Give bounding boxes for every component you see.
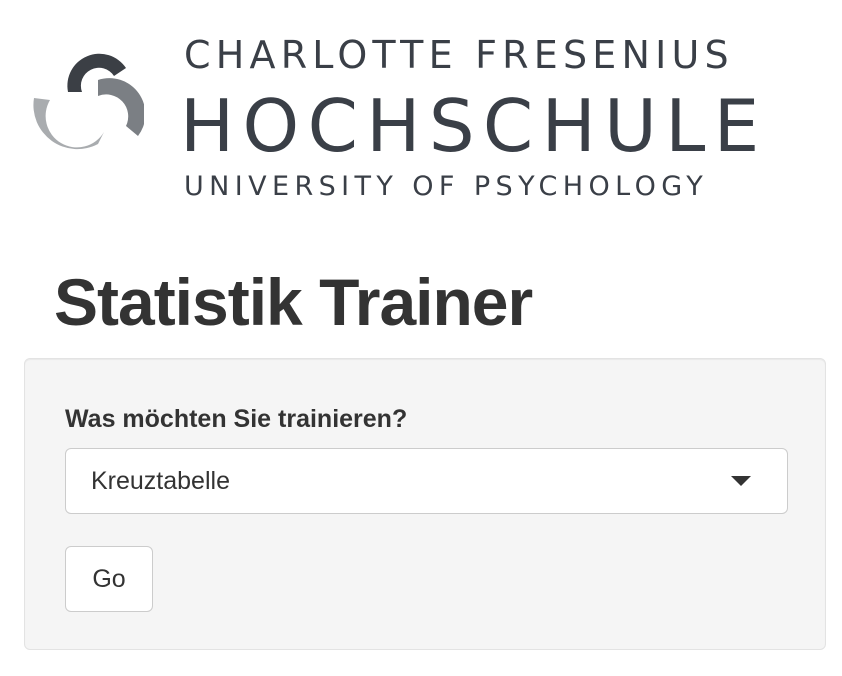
logo-arc-medium <box>98 78 144 136</box>
go-button[interactable]: Go <box>65 546 153 612</box>
training-select[interactable]: Kreuztabelle <box>65 448 788 514</box>
caret-down-icon <box>731 476 751 486</box>
logo-line-charlotte-fresenius: CHARLOTTE FRESENIUS <box>184 33 734 77</box>
training-select-value: Kreuztabelle <box>91 467 230 495</box>
logo-line-university: UNIVERSITY OF PSYCHOLOGY <box>184 171 709 202</box>
form-panel: Was möchten Sie trainieren? Kreuztabelle… <box>24 358 826 650</box>
training-select-label: Was möchten Sie trainieren? <box>65 405 408 433</box>
logo-arc-light <box>33 98 104 150</box>
page-title: Statistik Trainer <box>54 265 533 339</box>
logo-line-hochschule: HOCHSCHULE <box>180 84 768 168</box>
logo-mark-icon <box>33 53 144 150</box>
